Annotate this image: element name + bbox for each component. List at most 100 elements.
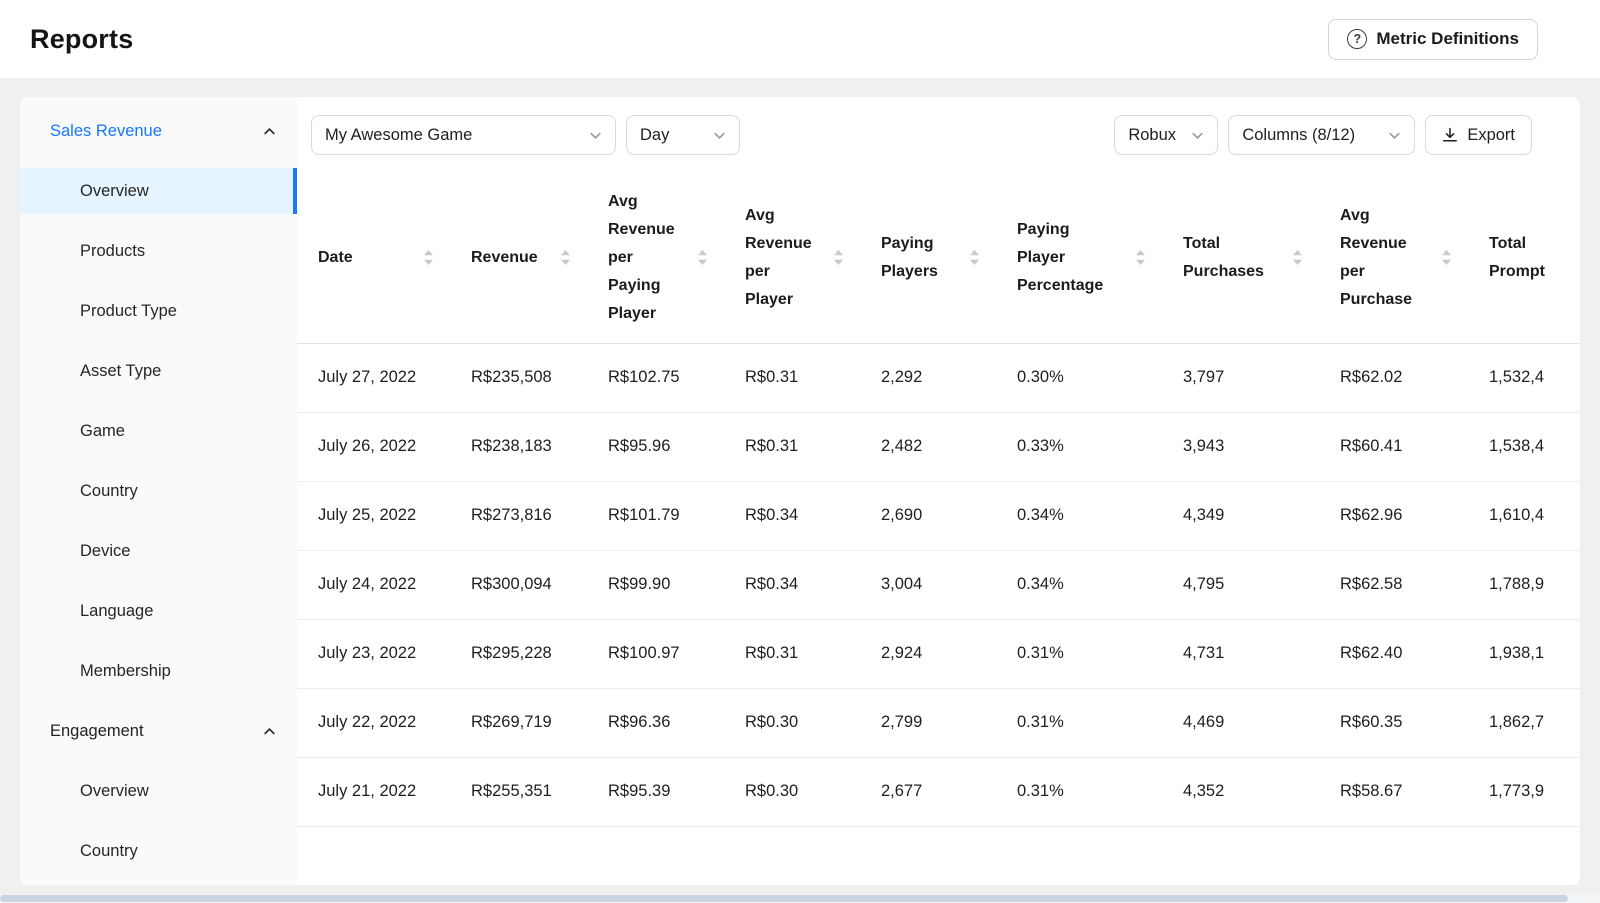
cell-paying-players: 2,482 [860,412,996,481]
metric-definitions-label: Metric Definitions [1376,29,1519,49]
cell-paying-players: 2,799 [860,688,996,757]
sort-icon[interactable] [1135,249,1146,266]
top-bar: Reports ? Metric Definitions [0,0,1600,78]
cell-revenue: R$295,228 [450,619,587,688]
metric-definitions-button[interactable]: ? Metric Definitions [1328,19,1538,60]
chevron-down-icon [589,129,602,142]
reports-card: Sales Revenue Overview Products Product Typ… [20,97,1580,885]
sidebar-section-sales-revenue[interactable]: Sales Revenue [20,108,297,154]
cell-total-prompt: 1,938,1 [1468,619,1580,688]
sidebar-item-membership[interactable]: Membership [20,648,297,694]
columns-value: Columns (8/12) [1242,126,1355,145]
column-header-avg-revenue-per-player[interactable]: AvgRevenueperPlayer [724,173,860,343]
cell-revenue: R$300,094 [450,550,587,619]
cell-date: July 23, 2022 [297,619,450,688]
column-header-total-purchases[interactable]: TotalPurchases [1162,173,1319,343]
column-header-total-prompt[interactable]: TotalPrompt [1468,173,1580,343]
download-icon [1442,127,1458,143]
cell-avg-revenue-per-purchase: R$60.41 [1319,412,1468,481]
table-row: July 27, 2022R$235,508R$102.75R$0.312,29… [297,343,1580,412]
cell-avg-revenue-per-purchase: R$62.40 [1319,619,1468,688]
sort-icon[interactable] [697,249,708,266]
cell-total-prompt: 1,532,4 [1468,343,1580,412]
cell-avg-revenue-per-paying-player: R$95.96 [587,412,724,481]
cell-avg-revenue-per-purchase: R$62.58 [1319,550,1468,619]
cell-revenue: R$273,816 [450,481,587,550]
cell-total-purchases: 4,352 [1162,757,1319,826]
page-body: Sales Revenue Overview Products Product Typ… [0,78,1600,903]
column-header-avg-revenue-per-purchase[interactable]: AvgRevenueperPurchase [1319,173,1468,343]
cell-revenue: R$269,719 [450,688,587,757]
chevron-up-icon [263,725,276,738]
game-filter-select[interactable]: My Awesome Game [311,115,616,155]
cell-paying-player-percentage: 0.34% [996,481,1162,550]
cell-paying-players: 2,292 [860,343,996,412]
sidebar-item-game[interactable]: Game [20,408,297,454]
cell-date: July 26, 2022 [297,412,450,481]
cell-avg-revenue-per-paying-player: R$102.75 [587,343,724,412]
main-content: My Awesome Game Day Robux [297,97,1580,885]
sort-icon[interactable] [1292,249,1303,266]
column-label: Date [318,244,353,272]
cell-avg-revenue-per-paying-player: R$100.97 [587,619,724,688]
chevron-down-icon [713,129,726,142]
currency-select[interactable]: Robux [1114,115,1218,155]
sidebar-item-products[interactable]: Products [20,228,297,274]
table-row: July 24, 2022R$300,094R$99.90R$0.343,004… [297,550,1580,619]
cell-total-prompt: 1,862,7 [1468,688,1580,757]
cell-avg-revenue-per-purchase: R$62.02 [1319,343,1468,412]
column-header-paying-player-percentage[interactable]: PayingPlayerPercentage [996,173,1162,343]
cell-avg-revenue-per-player: R$0.34 [724,550,860,619]
sort-icon[interactable] [969,249,980,266]
table-row: July 25, 2022R$273,816R$101.79R$0.342,69… [297,481,1580,550]
report-table-container: Date Revenue AvgRevenueperPayingPlayer AvgR… [297,173,1580,885]
cell-paying-player-percentage: 0.31% [996,757,1162,826]
chevron-down-icon [1191,129,1204,142]
cell-paying-player-percentage: 0.31% [996,688,1162,757]
cell-total-purchases: 4,349 [1162,481,1319,550]
scrollbar-thumb[interactable] [0,895,1568,902]
game-filter-value: My Awesome Game [325,126,472,145]
columns-select[interactable]: Columns (8/12) [1228,115,1415,155]
column-header-date[interactable]: Date [297,173,450,343]
sidebar-item-overview[interactable]: Overview [20,168,297,214]
sidebar-item-device[interactable]: Device [20,528,297,574]
cell-avg-revenue-per-paying-player: R$96.36 [587,688,724,757]
sidebar-section-label: Engagement [50,722,144,741]
horizontal-scrollbar[interactable] [0,894,1600,903]
sort-icon[interactable] [833,249,844,266]
cell-avg-revenue-per-paying-player: R$101.79 [587,481,724,550]
column-header-revenue[interactable]: Revenue [450,173,587,343]
column-header-avg-revenue-per-paying-player[interactable]: AvgRevenueperPayingPlayer [587,173,724,343]
export-label: Export [1467,126,1515,145]
sidebar-item-country[interactable]: Country [20,468,297,514]
cell-paying-players: 2,677 [860,757,996,826]
column-label: TotalPurchases [1183,230,1264,286]
cell-date: July 21, 2022 [297,757,450,826]
export-button[interactable]: Export [1425,115,1532,155]
sidebar-item-overview[interactable]: Overview [20,768,297,814]
cell-paying-player-percentage: 0.33% [996,412,1162,481]
sort-icon[interactable] [1441,249,1452,266]
cell-revenue: R$238,183 [450,412,587,481]
cell-total-purchases: 3,797 [1162,343,1319,412]
sidebar-section-engagement[interactable]: Engagement [20,708,297,754]
sort-icon[interactable] [423,249,434,266]
cell-avg-revenue-per-player: R$0.31 [724,619,860,688]
cell-total-purchases: 4,469 [1162,688,1319,757]
cell-paying-player-percentage: 0.31% [996,619,1162,688]
sidebar: Sales Revenue Overview Products Product Typ… [20,97,297,885]
cell-avg-revenue-per-player: R$0.31 [724,412,860,481]
sidebar-item-language[interactable]: Language [20,588,297,634]
cell-date: July 25, 2022 [297,481,450,550]
sort-icon[interactable] [560,249,571,266]
sidebar-item-asset-type[interactable]: Asset Type [20,348,297,394]
sidebar-item-product-type[interactable]: Product Type [20,288,297,334]
cell-total-purchases: 4,731 [1162,619,1319,688]
cell-revenue: R$255,351 [450,757,587,826]
question-circle-icon: ? [1347,29,1367,49]
sidebar-item-country[interactable]: Country [20,828,297,874]
column-label: AvgRevenueperPayingPlayer [608,188,675,328]
column-header-paying-players[interactable]: PayingPlayers [860,173,996,343]
time-period-select[interactable]: Day [626,115,740,155]
